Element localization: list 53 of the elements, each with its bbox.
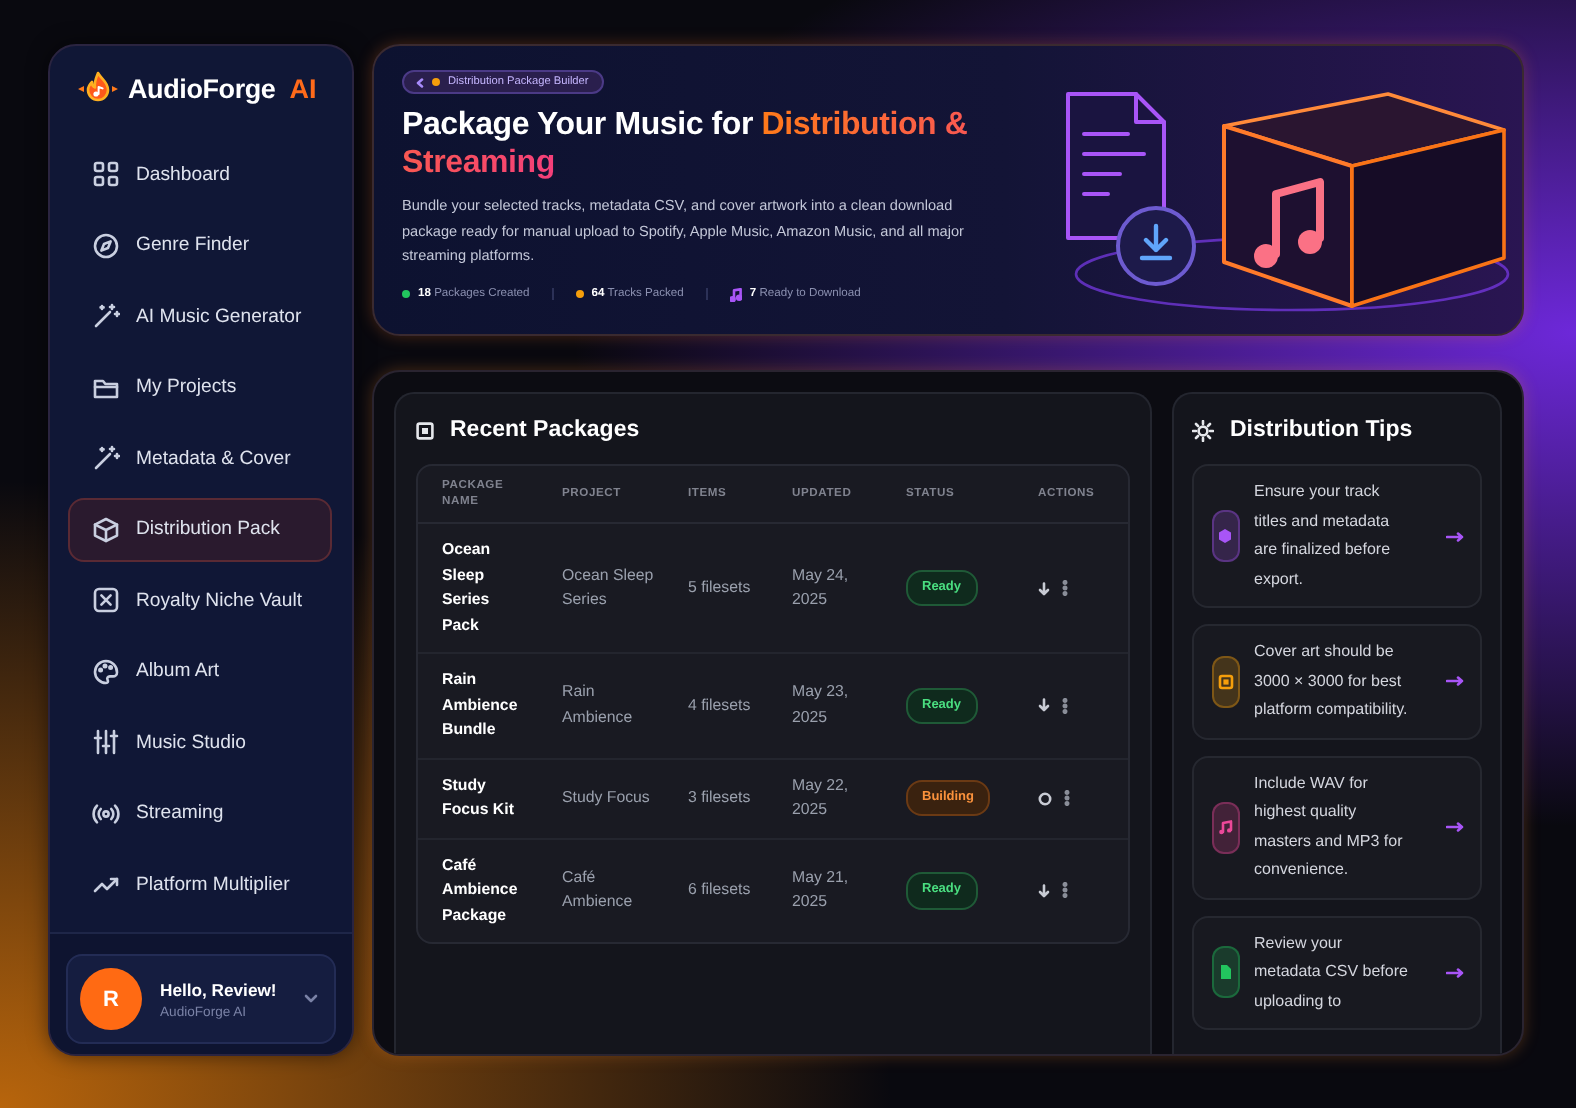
flame-logo-icon — [76, 70, 120, 106]
section-title: Distribution Tips — [1230, 418, 1413, 442]
hero-title: Package Your Music for Distribution & Streaming — [402, 106, 970, 182]
close-box-icon — [92, 586, 120, 614]
download-icon[interactable] — [1038, 698, 1050, 713]
tip-text: Review your metadata CSV before uploading to — [1254, 931, 1410, 1014]
broadcast-icon — [92, 799, 120, 827]
nav-item[interactable]: Album Art — [68, 639, 332, 703]
circle-icon — [1038, 791, 1052, 805]
tip-card[interactable]: Review your metadata CSV before uploading to — [1192, 915, 1482, 1030]
nav-item[interactable]: Streaming — [68, 781, 332, 845]
brand-name: AudioForge — [128, 73, 276, 103]
user-greeting: Hello, Review! — [160, 979, 279, 999]
square-icon — [416, 421, 434, 439]
dot-icon — [432, 78, 440, 86]
nav-item[interactable]: Dashboard — [68, 142, 332, 206]
nav-item[interactable]: Platform Multiplier — [68, 852, 332, 916]
tip-text: Cover art should be 3000 × 3000 for best platform compatibility. — [1254, 640, 1410, 722]
compass-icon — [92, 231, 120, 259]
grid-icon — [92, 160, 120, 188]
chevron-left-icon — [416, 77, 424, 87]
sun-icon — [1192, 419, 1214, 441]
more-icon[interactable] — [1064, 790, 1070, 806]
arrow-right-icon[interactable] — [1446, 531, 1464, 541]
more-icon[interactable] — [1062, 882, 1068, 899]
tip-card[interactable]: Ensure your track titles and metadata are finalized before export. — [1192, 464, 1482, 608]
tip-text: Include WAV for highest quality masters and MP3 for convenience. — [1254, 771, 1405, 882]
arrow-right-icon[interactable] — [1446, 676, 1464, 687]
section-title: Recent Packages — [450, 418, 640, 442]
download-icon[interactable] — [1038, 581, 1050, 595]
tip-text: Ensure your track titles and metadata are finalized before export. — [1254, 480, 1393, 592]
magic-wand-icon — [92, 302, 120, 330]
avatar: R — [80, 968, 142, 1030]
tip-card[interactable]: Cover art should be 3000 × 3000 for best platform compatibility. — [1192, 624, 1482, 739]
nav-item[interactable]: Metadata & Cover — [68, 426, 332, 490]
more-icon[interactable] — [1062, 580, 1068, 596]
nav-item[interactable]: Royalty Niche Vault — [68, 568, 332, 632]
download-icon[interactable] — [1038, 883, 1050, 898]
nav-item[interactable]: My Projects — [68, 355, 332, 419]
more-icon[interactable] — [1062, 697, 1068, 714]
nav-item[interactable]: Music Studio — [68, 710, 332, 774]
palette-icon — [92, 657, 120, 685]
magic-wand-icon — [92, 444, 120, 472]
brand-accent: AI — [289, 73, 317, 103]
arrow-right-icon[interactable] — [1446, 967, 1464, 978]
nav-item[interactable]: Genre Finder — [68, 213, 332, 277]
tip-card[interactable]: Include WAV for highest quality masters and MP3 for convenience. — [1192, 755, 1482, 899]
nav-item[interactable]: Distribution Pack — [68, 497, 332, 561]
arrow-right-icon[interactable] — [1446, 822, 1464, 832]
sliders-icon — [92, 728, 120, 756]
chevron-down-icon[interactable] — [304, 994, 318, 1004]
cube-icon — [92, 515, 120, 543]
nav-item[interactable]: AI Music Generator — [68, 284, 332, 348]
